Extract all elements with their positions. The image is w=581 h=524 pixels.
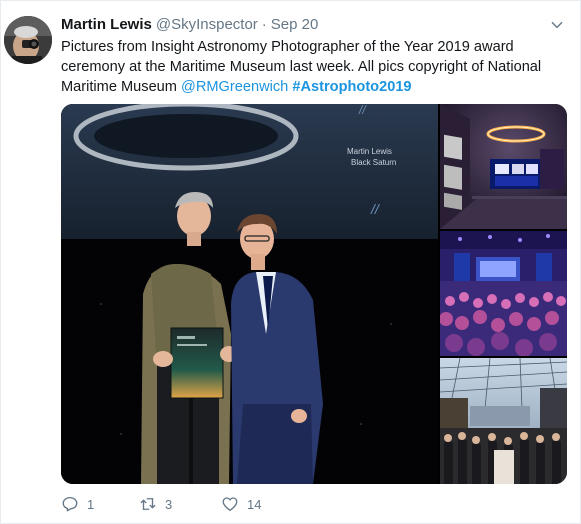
hashtag-link[interactable]: #Astrophoto2019 bbox=[292, 79, 411, 95]
retweet-button[interactable]: 3 bbox=[139, 495, 172, 513]
media-photo-audience[interactable] bbox=[440, 231, 567, 356]
chevron-down-icon bbox=[551, 21, 563, 29]
author-handle[interactable]: @SkyInspector bbox=[156, 16, 258, 33]
screen-caption-line1: Martin Lewis bbox=[347, 147, 392, 156]
reply-icon bbox=[62, 496, 78, 512]
more-options-button[interactable] bbox=[548, 16, 566, 34]
avatar-image bbox=[4, 16, 52, 64]
media-photo-reception[interactable] bbox=[440, 358, 567, 484]
screen-caption-line2: Black Saturn bbox=[351, 158, 396, 167]
like-button[interactable]: 14 bbox=[221, 495, 261, 513]
heart-icon bbox=[222, 497, 238, 512]
audience-photo-image bbox=[440, 231, 567, 356]
gallery-photo-image bbox=[440, 104, 567, 229]
avatar[interactable] bbox=[4, 16, 52, 64]
tweet-card[interactable]: Martin Lewis @SkyInspector · Sep 20 Picture… bbox=[0, 0, 581, 524]
media-photo-award[interactable]: // Martin Lewis Black Saturn // bbox=[61, 104, 438, 484]
author-name[interactable]: Martin Lewis bbox=[61, 16, 152, 33]
like-count: 14 bbox=[247, 496, 262, 512]
retweet-count: 3 bbox=[165, 496, 173, 512]
media-grid: // Martin Lewis Black Saturn // bbox=[61, 104, 567, 484]
reception-photo-image bbox=[440, 358, 567, 484]
separator-dot: · bbox=[261, 16, 267, 33]
tweet-text: Pictures from Insight Astronomy Photogra… bbox=[61, 37, 566, 97]
retweet-icon bbox=[140, 498, 156, 510]
mention-link[interactable]: @RMGreenwich bbox=[181, 79, 288, 95]
reply-button[interactable]: 1 bbox=[61, 495, 94, 513]
tweet-header: Martin Lewis @SkyInspector · Sep 20 bbox=[61, 14, 540, 36]
award-photo-image: // Martin Lewis Black Saturn // bbox=[61, 104, 438, 484]
media-photo-gallery[interactable] bbox=[440, 104, 567, 229]
tweet-timestamp[interactable]: Sep 20 bbox=[271, 16, 319, 33]
reply-count: 1 bbox=[87, 496, 95, 512]
